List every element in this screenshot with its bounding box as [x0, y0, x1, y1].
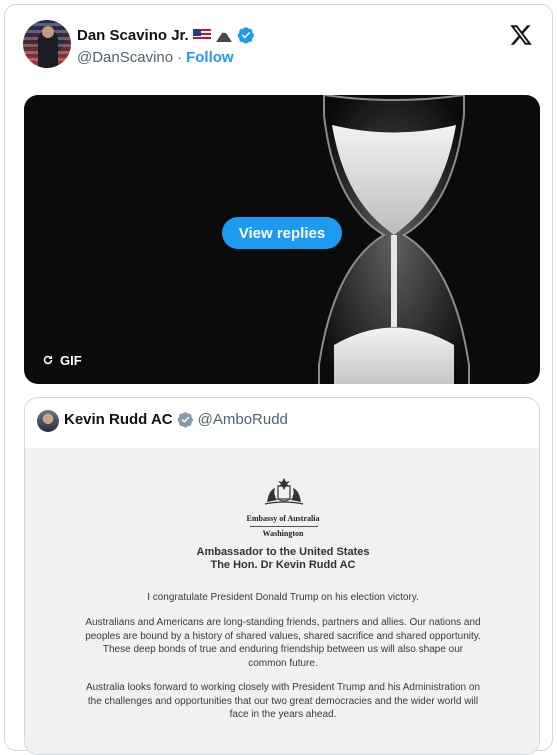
follow-button[interactable]: Follow [186, 49, 234, 66]
ambassador-name: The Hon. Dr Kevin Rudd AC [210, 559, 356, 571]
author-handle-row: @DanScavino · Follow [77, 49, 234, 66]
replay-icon [43, 355, 53, 365]
quoted-author-row: Kevin Rudd AC @AmboRudd [64, 411, 288, 428]
letter-image: Embassy of Australia Washington Ambassad… [25, 448, 539, 754]
author-avatar[interactable] [23, 20, 71, 68]
embassy-name: Embassy of Australia [246, 514, 320, 523]
view-replies-button[interactable]: View replies [222, 217, 342, 249]
government-verified-badge-icon [177, 412, 193, 428]
ambassador-title: Ambassador to the United States [196, 546, 370, 558]
author-display-name[interactable]: Dan Scavino Jr. [77, 27, 189, 44]
verified-badge-icon[interactable] [237, 26, 255, 44]
letter-paragraph-3: Australia looks forward to working close… [85, 682, 481, 720]
quoted-author-handle: @AmboRudd [197, 411, 288, 428]
gif-media[interactable]: View replies GIF [24, 95, 540, 384]
quoted-post[interactable]: Kevin Rudd AC @AmboRudd Embassy of Austr… [24, 397, 540, 755]
letter-paragraph-2: Australians and Americans are long-stand… [85, 617, 481, 669]
mountain-emoji [215, 28, 233, 42]
gif-badge[interactable]: GIF [36, 349, 88, 371]
quoted-author-avatar [37, 410, 59, 432]
avatar-head [42, 26, 54, 38]
handle-separator: · [177, 49, 183, 66]
author-handle[interactable]: @DanScavino [77, 49, 173, 66]
embassy-city: Washington [262, 529, 304, 538]
gif-label: GIF [60, 352, 82, 368]
quoted-author-name: Kevin Rudd AC [64, 411, 173, 428]
australian-coat-of-arms-icon [264, 478, 304, 505]
author-name-row[interactable]: Dan Scavino Jr. [77, 26, 255, 44]
us-flag-emoji [192, 29, 211, 41]
embedded-post-card: Dan Scavino Jr. @DanScavino · Follow Vie… [4, 4, 553, 755]
letter-paragraph-1: I congratulate President Donald Trump on… [147, 592, 419, 603]
embassy-divider [250, 526, 318, 527]
x-logo-icon[interactable] [508, 23, 534, 47]
